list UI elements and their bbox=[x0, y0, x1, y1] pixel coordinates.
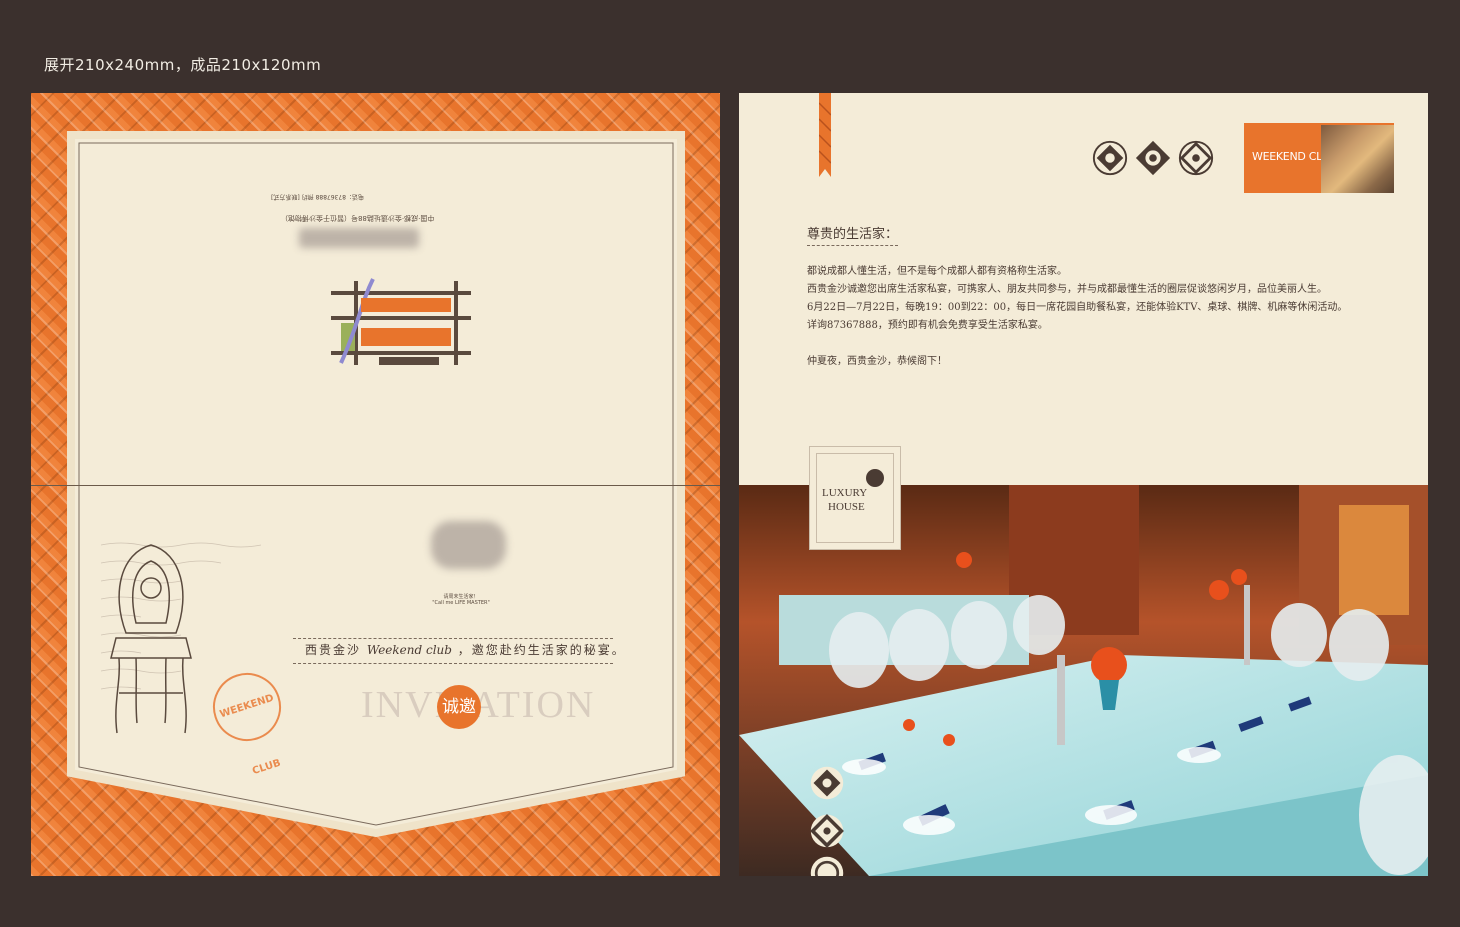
invite-script: Weekend club bbox=[366, 643, 452, 657]
blurred-emblem bbox=[431, 521, 506, 569]
invitation-badge: 诚邀 bbox=[437, 685, 481, 729]
paragraph-4: 详询87367888，预约即有机会免费享受生活家私宴。 bbox=[807, 320, 1048, 331]
chair-illustration bbox=[110, 544, 192, 734]
paragraph-3: 6月22日—7月22日，每晚19：00到22：00，每日一席花园自助餐私宴，还能… bbox=[807, 302, 1348, 313]
paragraph-1: 都说成都人懂生活，但不是每个成都人都有资格称生活家。 bbox=[807, 266, 1067, 277]
side-ornament-icon-2 bbox=[810, 814, 844, 848]
ornament-icon-3 bbox=[1178, 140, 1214, 176]
invitation-front-panel: 电话：87367888 预约 [联系方式] 中国·成都·金沙遗址路88号（暂位于… bbox=[31, 93, 720, 876]
luxury-house-badge: LUXURY HOUSE bbox=[809, 446, 901, 550]
ribbon-bookmark bbox=[819, 93, 831, 177]
subtitle-en: "Call me LIFE MASTER" bbox=[432, 600, 490, 606]
location-map bbox=[331, 278, 471, 365]
paragraph-2: 西贵金沙诚邀您出席生活家私宴，可携家人、朋友共同参与，并与成都最懂生活的圈层促谈… bbox=[807, 284, 1327, 295]
ornament-icon-1 bbox=[1092, 140, 1128, 176]
paragraph-5 bbox=[807, 335, 1367, 353]
invite-sentence: 西贵金沙 Weekend club ，邀您赴约生活家的秘宴。 bbox=[305, 641, 626, 658]
side-ornament-icon-1 bbox=[810, 766, 844, 800]
side-ornament-icon-3 bbox=[810, 856, 844, 876]
address-line: 中国·成都·金沙遗址路88号（暂位于金沙博物馆） bbox=[281, 214, 435, 222]
paragraph-6: 仲夏夜，西贵金沙，恭候阁下！ bbox=[807, 356, 947, 367]
contact-line: 电话：87367888 预约 [联系方式] bbox=[271, 193, 365, 200]
greeting: 尊贵的生活家： bbox=[807, 223, 899, 246]
blurred-logo bbox=[299, 228, 419, 248]
fold-line bbox=[31, 485, 720, 486]
subtitle-cn: 请周末生活家！ bbox=[443, 594, 479, 600]
lounge-photo bbox=[1321, 125, 1394, 193]
invitation-subtitle: 请周末生活家！ "Call me LIFE MASTER" bbox=[426, 593, 496, 606]
badge-emblem-icon bbox=[866, 469, 884, 487]
house-text: HOUSE bbox=[828, 501, 865, 513]
spec-text: 展开210x240mm，成品210x120mm bbox=[44, 56, 322, 74]
ornament-icon-2 bbox=[1135, 140, 1171, 176]
luxury-text: LUXURY bbox=[822, 487, 868, 499]
weekend-club-box: WEEKEND CLUB bbox=[1244, 123, 1394, 193]
letter-body: 都说成都人懂生活，但不是每个成都人都有资格称生活家。 西贵金沙诚邀您出席生活家私… bbox=[807, 263, 1367, 371]
invite-suffix: ，邀您赴约生活家的秘宴。 bbox=[457, 643, 626, 657]
invite-prefix: 西贵金沙 bbox=[305, 643, 362, 657]
invitation-letter-panel: WEEKEND CLUB 尊贵的生活家： 都说成都人懂生活，但不是每个成都人都有… bbox=[739, 93, 1428, 876]
